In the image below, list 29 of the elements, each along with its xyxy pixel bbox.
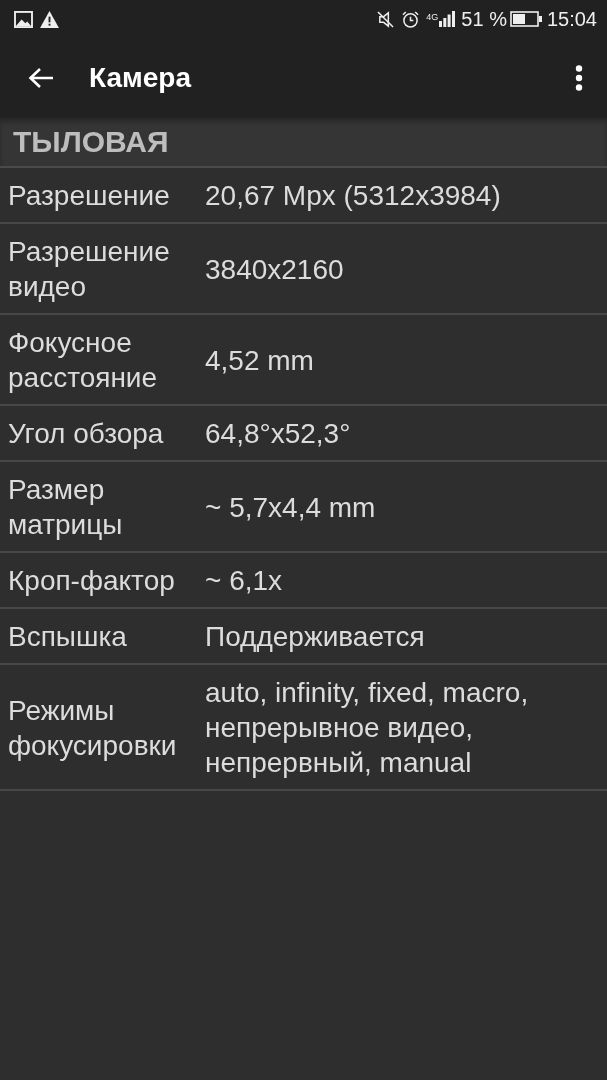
spec-label: Угол обзора (7, 417, 165, 451)
image-icon (14, 10, 33, 28)
battery-percent: 51 % (461, 7, 507, 31)
spec-value: 20,67 Mpx (5312x3984) (205, 179, 502, 213)
spec-label: Режимы фокусировки (7, 693, 178, 763)
spec-value: 3840x2160 (205, 252, 345, 287)
battery-icon (509, 11, 542, 27)
spec-value: 64,8°x52,3° (205, 417, 352, 451)
spec-value: auto, infinity, fixed, macro, непрерывное видео, непрервный, manual (205, 676, 530, 780)
spec-value: 4,52 mm (205, 343, 315, 378)
warning-icon (40, 10, 59, 28)
spec-value: ~ 5,7x4,4 mm (205, 490, 377, 525)
section-title: ТЫЛОВАЯ (13, 125, 169, 159)
muted-speaker-icon (377, 10, 395, 28)
spec-label: Вспышка (7, 620, 128, 654)
spec-value: Поддерживается (205, 620, 426, 654)
network-type: 4G (426, 12, 439, 22)
back-arrow-icon (28, 67, 54, 89)
screen-title: Камера (89, 62, 193, 94)
spec-value: ~ 6,1x (205, 564, 284, 598)
more-options-icon (575, 65, 583, 91)
spec-label: Разрешение видео (7, 235, 171, 304)
spec-label: Кроп-фактор (7, 564, 176, 598)
spec-label: Размер матрицы (7, 473, 124, 542)
clock-time: 15:04 (546, 7, 597, 31)
signal-icon (439, 11, 456, 27)
spec-label: Фокусное расстояние (7, 326, 159, 395)
alarm-clock-icon (402, 10, 420, 28)
spec-label: Разрешение (7, 179, 171, 213)
